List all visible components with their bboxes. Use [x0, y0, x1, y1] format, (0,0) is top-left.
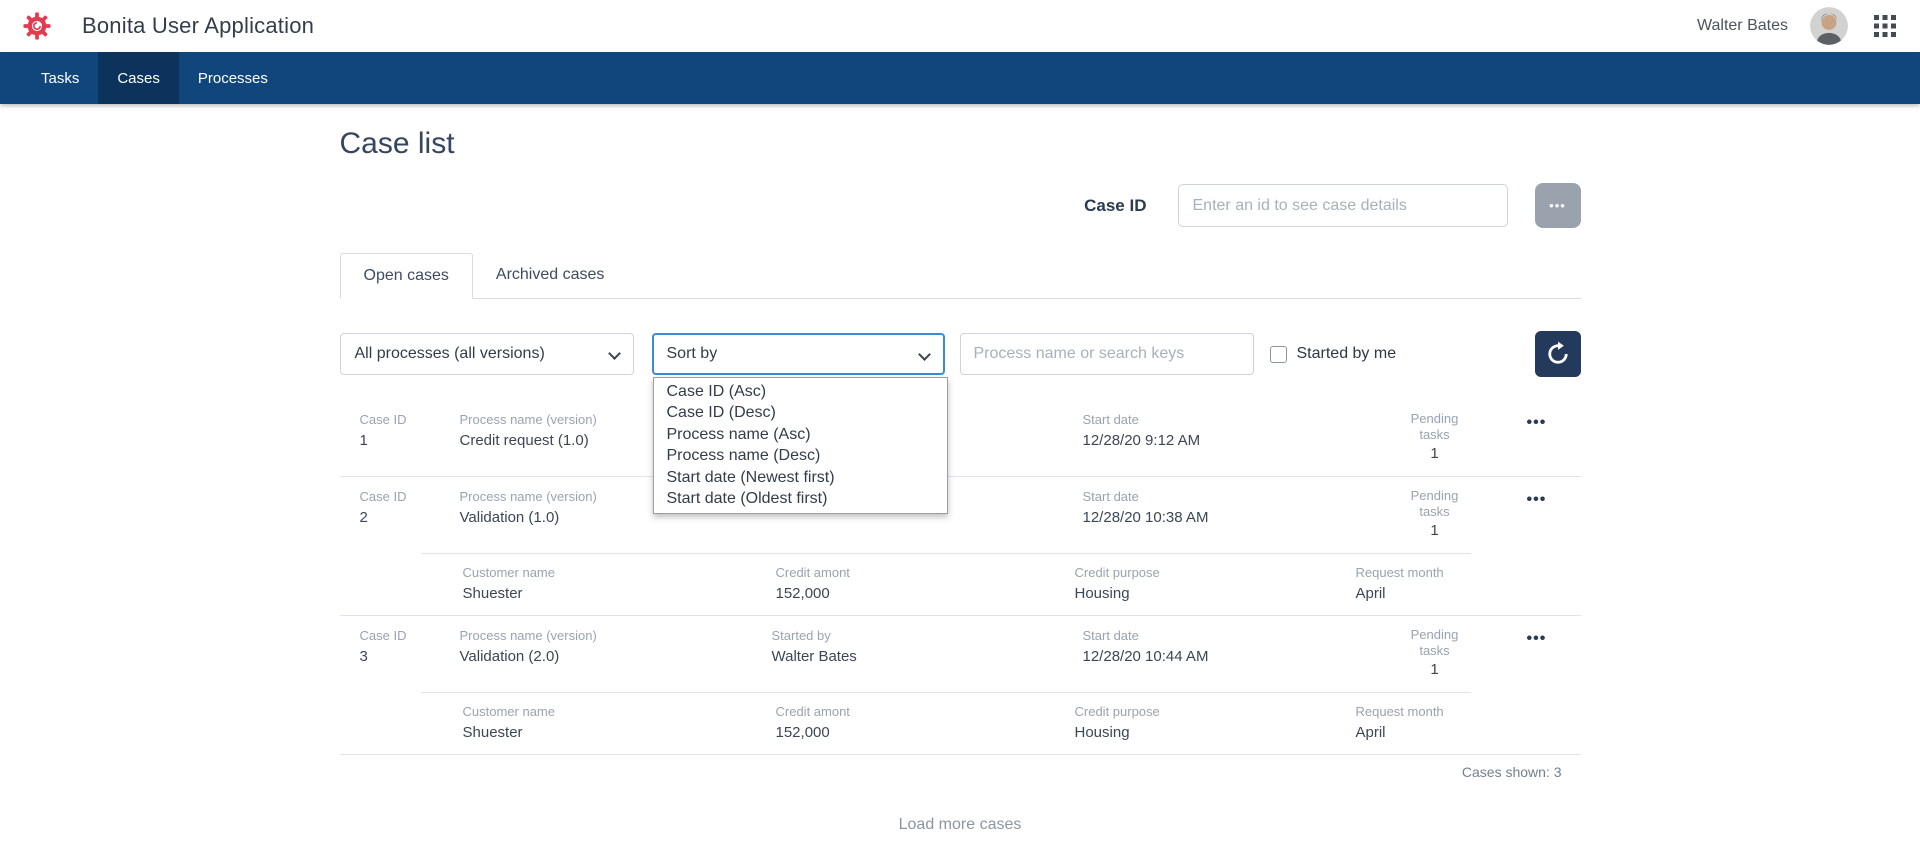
started-by-me-group: Started by me	[1270, 345, 1397, 363]
credit-purpose-value: Housing	[1075, 585, 1356, 602]
case-id-input[interactable]	[1178, 184, 1508, 227]
apps-grid-icon[interactable]	[1874, 15, 1896, 37]
cases-shown-counter: Cases shown: 3	[340, 755, 1581, 780]
case-list-page: Case list Case ID ••• Open cases Archive…	[340, 104, 1581, 834]
bonita-gear-icon	[22, 11, 52, 41]
case-row-2: Case ID 2 Process name (version) Validat…	[340, 477, 1581, 616]
user-avatar[interactable]	[1810, 7, 1848, 45]
started-by-value: Walter Bates	[772, 648, 1083, 665]
started-by-cell: Started by Walter Bates	[772, 627, 1083, 678]
pending-tasks-value: 1	[1343, 445, 1527, 462]
case-row-3: Case ID 3 Process name (version) Validat…	[340, 616, 1581, 755]
case-id-search-row: Case ID •••	[340, 183, 1581, 228]
sort-option-process-name-desc[interactable]: Process name (Desc)	[654, 445, 947, 466]
case-tabs: Open cases Archived cases	[340, 253, 1581, 299]
nav-item-cases[interactable]: Cases	[98, 52, 179, 104]
nav-item-processes[interactable]: Processes	[179, 52, 287, 104]
pending-tasks-value: 1	[1343, 522, 1527, 539]
case-table: Case ID 1 Process name (version) Credit …	[340, 400, 1581, 834]
sort-select-value: Sort by	[667, 345, 718, 363]
start-date-value: 12/28/20 9:12 AM	[1083, 432, 1343, 449]
case-row-1: Case ID 1 Process name (version) Credit …	[340, 400, 1581, 477]
case-id-col-label: Case ID	[360, 411, 460, 428]
nav-item-tasks[interactable]: Tasks	[22, 52, 98, 104]
case-id-value: 3	[360, 648, 460, 665]
refresh-button[interactable]	[1535, 331, 1581, 377]
start-date-value: 12/28/20 10:44 AM	[1083, 648, 1343, 665]
pending-tasks-col-label: Pending	[1343, 411, 1527, 427]
request-month-label: Request month	[1356, 564, 1471, 581]
row-actions-ellipsis-icon[interactable]: •••	[1527, 414, 1547, 431]
customer-name-label: Customer name	[463, 564, 776, 581]
chevron-down-icon	[918, 348, 931, 361]
user-name[interactable]: Walter Bates	[1697, 17, 1788, 35]
sort-option-start-date-oldest[interactable]: Start date (Oldest first)	[654, 488, 947, 509]
case-id-value: 1	[360, 432, 460, 449]
tab-archived-cases[interactable]: Archived cases	[473, 253, 628, 298]
sort-select[interactable]: Sort by	[652, 333, 945, 375]
process-filter-select[interactable]: All processes (all versions)	[340, 333, 634, 375]
process-value: Validation (2.0)	[460, 648, 772, 665]
case-id-label: Case ID	[1084, 196, 1146, 216]
credit-amount-label: Credit amont	[776, 564, 1075, 581]
case-details-row: Customer name Shuester Credit amont 152,…	[421, 692, 1471, 754]
request-month-value: April	[1356, 724, 1471, 741]
app-header: Bonita User Application Walter Bates	[0, 0, 1920, 52]
started-by-me-checkbox[interactable]	[1270, 346, 1287, 363]
chevron-down-icon	[608, 347, 621, 360]
page-title: Case list	[340, 127, 1581, 161]
sort-select-wrap: Sort by Case ID (Asc) Case ID (Desc) Pro…	[652, 333, 945, 375]
tab-open-cases[interactable]: Open cases	[340, 253, 473, 299]
filter-bar: All processes (all versions) Sort by Cas…	[340, 331, 1581, 377]
start-date-value: 12/28/20 10:38 AM	[1083, 509, 1343, 526]
started-by-me-label[interactable]: Started by me	[1297, 345, 1397, 363]
credit-purpose-label: Credit purpose	[1075, 564, 1356, 581]
sort-option-process-name-asc[interactable]: Process name (Asc)	[654, 424, 947, 445]
row-actions-ellipsis-icon[interactable]: •••	[1527, 630, 1547, 647]
row-actions-ellipsis-icon[interactable]: •••	[1527, 491, 1547, 508]
credit-amount-value: 152,000	[776, 724, 1075, 741]
process-search-input[interactable]	[960, 333, 1254, 375]
case-details-row: Customer name Shuester Credit amont 152,…	[421, 553, 1471, 615]
credit-purpose-value: Housing	[1075, 724, 1356, 741]
started-by-col-label: Started by	[772, 627, 1083, 644]
request-month-value: April	[1356, 585, 1471, 602]
process-filter-value: All processes (all versions)	[355, 345, 545, 363]
refresh-icon	[1545, 341, 1571, 367]
sort-options-dropdown: Case ID (Asc) Case ID (Desc) Process nam…	[653, 377, 948, 514]
customer-name-value: Shuester	[463, 585, 776, 602]
case-id-more-button[interactable]: •••	[1535, 183, 1581, 228]
load-more-cases-link[interactable]: Load more cases	[340, 816, 1581, 834]
sort-option-case-id-desc[interactable]: Case ID (Desc)	[654, 402, 947, 423]
start-date-col-label: Start date	[1083, 411, 1343, 428]
main-navbar: Tasks Cases Processes	[0, 52, 1920, 104]
customer-name-value: Shuester	[463, 724, 776, 741]
sort-option-case-id-asc[interactable]: Case ID (Asc)	[654, 381, 947, 402]
credit-amount-value: 152,000	[776, 585, 1075, 602]
pending-tasks-value: 1	[1343, 661, 1527, 678]
case-id-value: 2	[360, 509, 460, 526]
app-title: Bonita User Application	[82, 13, 314, 39]
sort-option-start-date-newest[interactable]: Start date (Newest first)	[654, 467, 947, 488]
